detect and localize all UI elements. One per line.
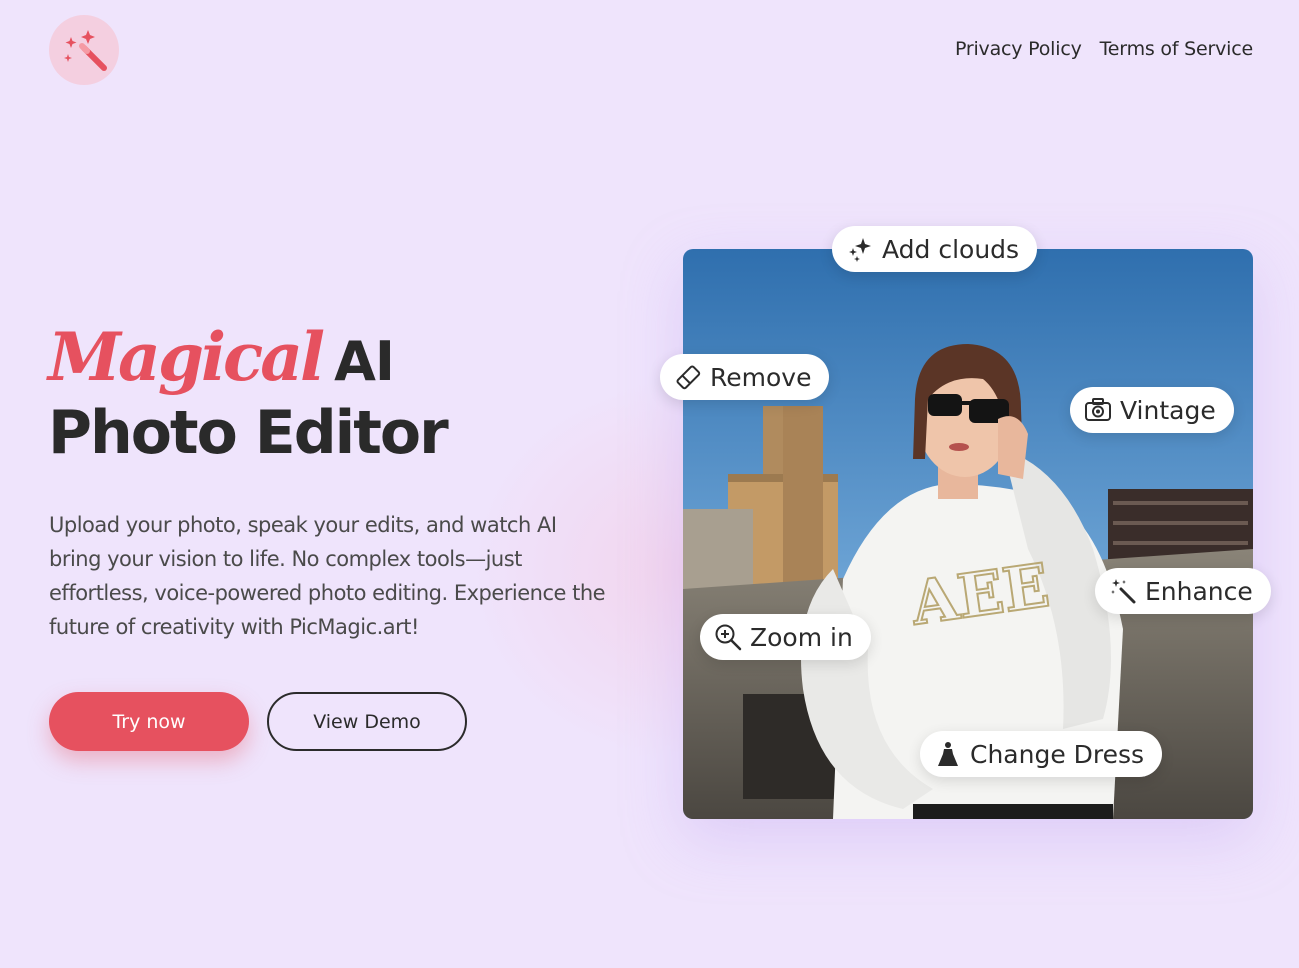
eraser-icon	[674, 363, 702, 391]
logo[interactable]	[49, 15, 119, 85]
magic-wand-icon	[64, 30, 107, 71]
chip-label: Remove	[710, 362, 812, 392]
chip-label: Vintage	[1120, 395, 1216, 425]
chip-change-dress[interactable]: Change Dress	[920, 731, 1163, 777]
privacy-policy-link[interactable]: Privacy Policy	[955, 38, 1082, 60]
title-line-2: Photo Editor	[48, 398, 449, 468]
zoom-in-icon	[714, 623, 742, 651]
chip-label: Add clouds	[882, 234, 1020, 264]
try-now-button[interactable]: Try now	[49, 692, 249, 751]
hero-description: Upload your photo, speak your edits, and…	[49, 513, 606, 639]
camera-icon	[1084, 396, 1112, 424]
chip-label: Enhance	[1145, 576, 1253, 606]
chip-label: Change Dress	[970, 739, 1145, 769]
dress-icon	[934, 740, 962, 768]
top-nav: Privacy Policy Terms of Service	[955, 38, 1253, 60]
chip-vintage[interactable]: Vintage	[1070, 387, 1234, 433]
chip-label: Zoom in	[750, 622, 853, 652]
chip-zoom-in[interactable]: Zoom in	[700, 614, 871, 660]
terms-of-service-link[interactable]: Terms of Service	[1100, 38, 1254, 60]
view-demo-button[interactable]: View Demo	[267, 692, 467, 751]
sparkles-icon	[846, 235, 874, 263]
title-script-word: Magical	[48, 318, 325, 396]
magic-wand-icon	[1109, 577, 1137, 605]
chip-remove[interactable]: Remove	[660, 354, 830, 400]
hero-title: Magical AI Photo Editor	[48, 318, 449, 468]
chip-enhance[interactable]: Enhance	[1095, 568, 1271, 614]
title-bold-word: AI	[334, 330, 395, 393]
chip-add-clouds[interactable]: Add clouds	[832, 226, 1038, 272]
